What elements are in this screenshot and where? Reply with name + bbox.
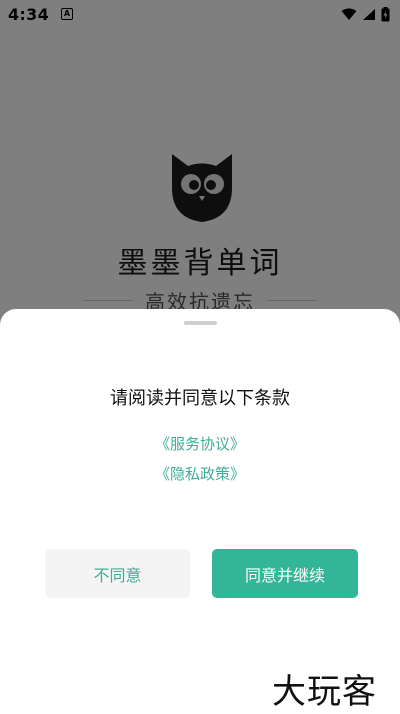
privacy-policy-link[interactable]: 《隐私政策》 xyxy=(0,463,400,484)
service-agreement-link[interactable]: 《服务协议》 xyxy=(0,433,400,454)
terms-bottom-sheet: 请阅读并同意以下条款 《服务协议》 《隐私政策》 不同意 同意并继续 xyxy=(0,309,400,714)
watermark-text: 大玩客 xyxy=(272,672,377,712)
agree-continue-button[interactable]: 同意并继续 xyxy=(212,549,358,598)
drag-handle[interactable] xyxy=(184,321,217,325)
disagree-button[interactable]: 不同意 xyxy=(45,549,190,598)
dialog-title: 请阅读并同意以下条款 xyxy=(110,388,290,409)
